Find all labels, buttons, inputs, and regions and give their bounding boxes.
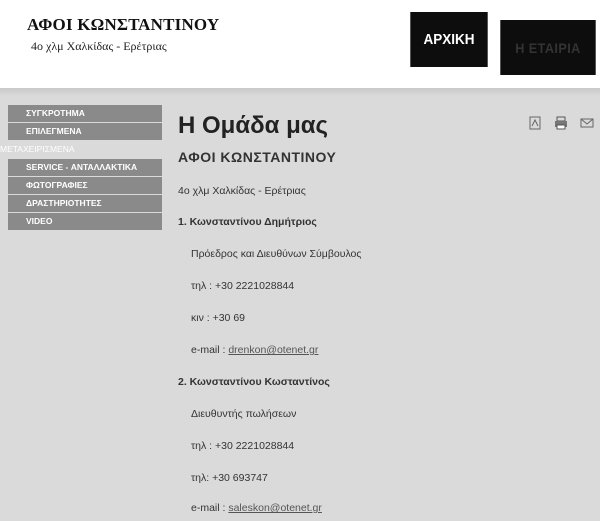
- person1-role: Πρόεδρος και Διευθύνων Σύμβουλος: [191, 248, 362, 260]
- person1-name: 1. Κωνσταντίνου Δημήτριος: [178, 216, 317, 228]
- sidebar-menu: ΣΥΓΚΡΟΤΗΜΑ ΕΠΙΛΕΓΜΕΝΑ ΜΕΤΑΧΕΙΡΙΣΜΕΝΑ SER…: [0, 105, 162, 231]
- site-header: ΑΦΟΙ ΚΩΝΣΤΑΝΤΙΝΟΥ 4ο χλμ Χαλκίδας - Ερέτ…: [0, 0, 600, 88]
- nav-home[interactable]: ΑΡΧΙΚΗ: [410, 12, 488, 67]
- sidebar-item-activities[interactable]: ΔΡΑΣΤΗΡΙΟΤΗΤΕΣ: [8, 195, 162, 212]
- address-text: 4ο χλμ Χαλκίδας - Ερέτριας: [178, 185, 306, 197]
- main-nav: ΑΡΧΙΚΗ Η ΕΤΑΙΡΙΑ: [406, 12, 600, 75]
- person2-email-label: e-mail :: [191, 502, 229, 514]
- person2-email-line: e-mail : saleskon@otenet.gr: [191, 502, 322, 514]
- person1-email-label: e-mail :: [191, 344, 229, 356]
- person1-mobile: κιν : +30 69: [191, 312, 245, 324]
- person1-phone: τηλ : +30 2221028844: [191, 280, 295, 292]
- sidebar-item-video[interactable]: VIDEO: [8, 213, 162, 230]
- person2-role: Διευθυντής πωλήσεων: [191, 408, 297, 420]
- sidebar-item-selected[interactable]: ΕΠΙΛΕΓΜΕΝΑ: [8, 123, 162, 140]
- person1-email-link[interactable]: drenkon@otenet.gr: [228, 344, 318, 356]
- sidebar-item-photos[interactable]: ΦΩΤΟΓΡΑΦΙΕΣ: [8, 177, 162, 194]
- sidebar-item-service[interactable]: SERVICE - ΑΝΤΑΛΛΑΚΤΙΚΑ: [8, 159, 162, 176]
- sidebar-item-complex[interactable]: ΣΥΓΚΡΟΤΗΜΑ: [8, 105, 162, 122]
- header-shadow: [0, 88, 600, 96]
- company-name: ΑΦΟΙ ΚΩΝΣΤΑΝΤΙΝΟΥ: [178, 149, 337, 165]
- person2-name: 2. Κωνσταντίνου Κωσταντίνος: [178, 376, 330, 388]
- page-title: Η Ομάδα μας: [178, 112, 328, 139]
- person1-email-line: e-mail : drenkon@otenet.gr: [191, 344, 318, 356]
- person2-phone: τηλ : +30 2221028844: [191, 440, 295, 452]
- sidebar-item-used[interactable]: ΜΕΤΑΧΕΙΡΙΣΜΕΝΑ: [0, 141, 162, 158]
- nav-company[interactable]: Η ΕΤΑΙΡΙΑ: [500, 20, 596, 75]
- brand-subtitle: 4ο χλμ Χαλκίδας - Ερέτριας: [31, 39, 167, 53]
- brand-title[interactable]: ΑΦΟΙ ΚΩΝΣΤΑΝΤΙΝΟΥ: [27, 15, 219, 35]
- person2-email-link[interactable]: saleskon@otenet.gr: [228, 502, 322, 514]
- main-content: Η Ομάδα μας ΑΦΟΙ ΚΩΝΣΤΑΝΤΙΝΟΥ: [178, 111, 598, 165]
- person2-mobile: τηλ: +30 693747: [191, 472, 268, 484]
